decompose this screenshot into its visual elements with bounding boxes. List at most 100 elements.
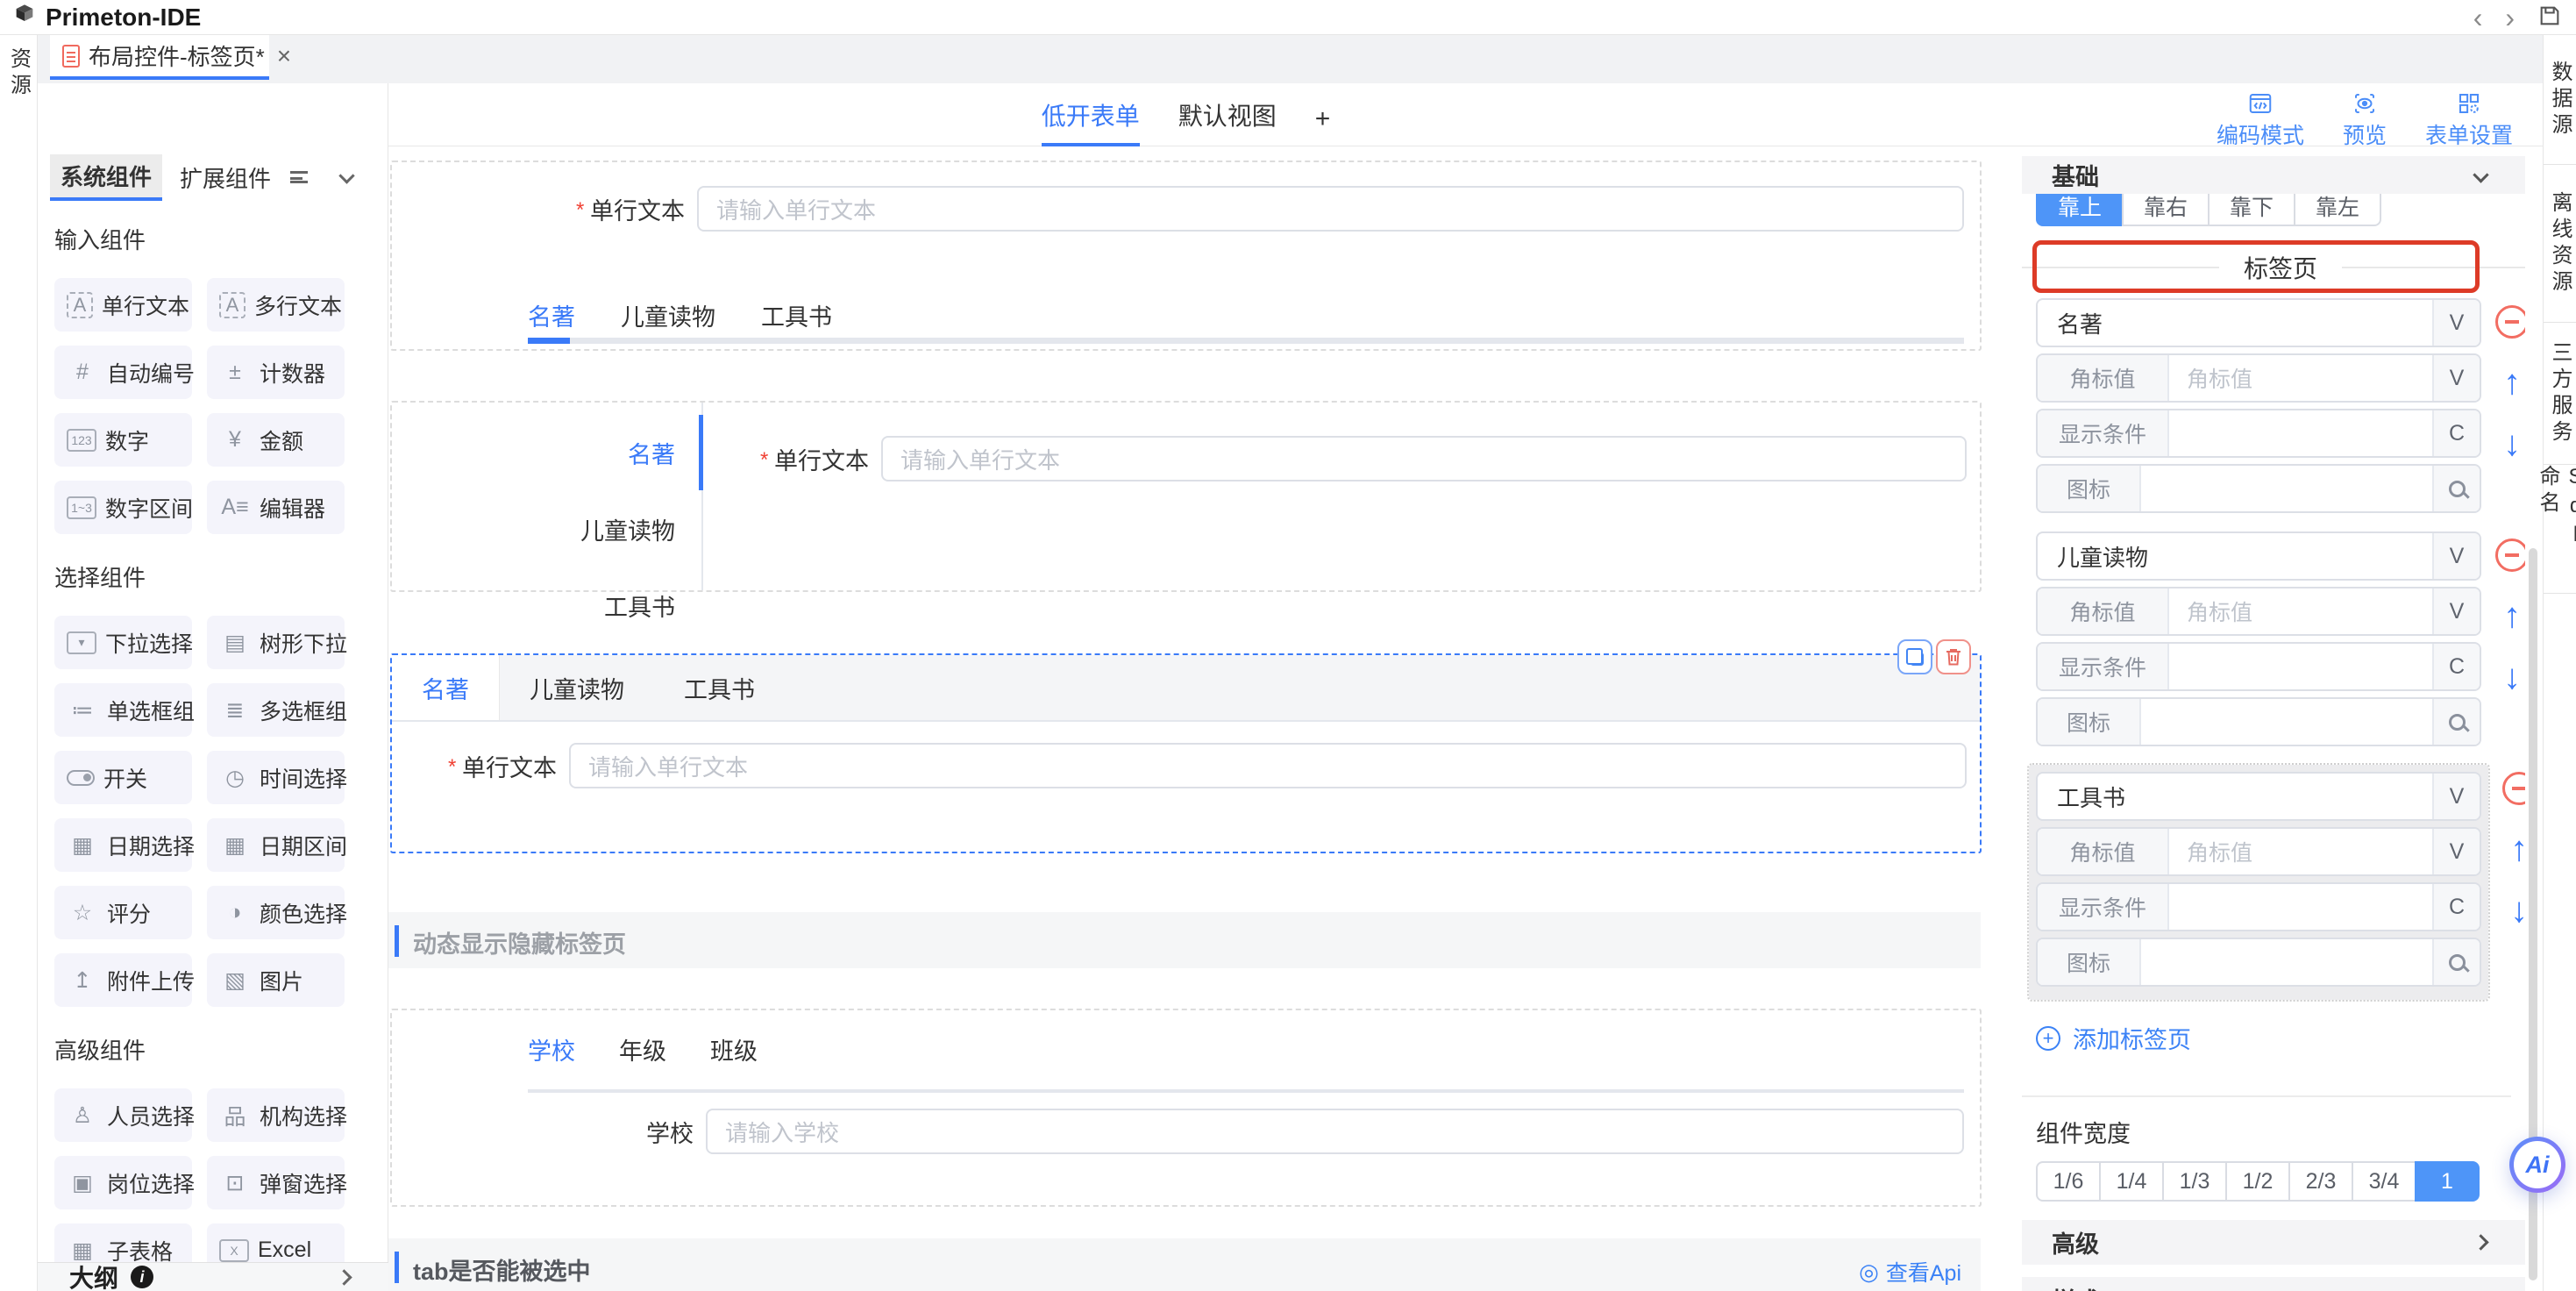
- value-toggle-suffix[interactable]: V: [2432, 774, 2480, 819]
- tab-default-view[interactable]: 默认视图: [1178, 97, 1277, 146]
- palette-item-switch[interactable]: 开关: [54, 751, 192, 804]
- book-tab-item[interactable]: 工具书: [604, 588, 675, 623]
- section-style-header[interactable]: 样式: [2022, 1277, 2525, 1291]
- icon-search-suffix[interactable]: [2432, 699, 2480, 745]
- outline-expand-icon[interactable]: [336, 1269, 352, 1285]
- history-back-icon[interactable]: ‹: [2473, 4, 2483, 32]
- remove-tab-button[interactable]: [2499, 772, 2525, 805]
- right-dock-item[interactable]: 命名Sql: [2544, 465, 2576, 594]
- palette-item-dropdown-select[interactable]: ▾下拉选择: [54, 616, 192, 669]
- book-tab-item[interactable]: 儿童读物: [500, 655, 654, 720]
- palette-item-date-range[interactable]: ▦日期区间: [207, 818, 345, 872]
- preview-button[interactable]: 预览: [2343, 90, 2387, 150]
- palette-item-auto-number[interactable]: #自动编号: [54, 346, 192, 399]
- copy-component-button[interactable]: [1897, 639, 1932, 674]
- section-basic-header[interactable]: 基础: [2022, 156, 2525, 194]
- palette-item-currency-yen[interactable]: ¥金额: [207, 413, 345, 467]
- document-tab[interactable]: 布局控件-标签页* ×: [50, 35, 269, 80]
- section-advanced-header[interactable]: 高级: [2022, 1220, 2525, 1265]
- tab-position-option[interactable]: 靠左: [2294, 194, 2381, 226]
- width-option[interactable]: 1/4: [2099, 1161, 2164, 1202]
- palette-item-excel-file[interactable]: XExcel: [207, 1223, 345, 1262]
- move-tab-up-button[interactable]: ↑: [2499, 831, 2525, 867]
- outline-bar[interactable]: 大纲 i: [38, 1262, 388, 1291]
- close-tab-icon[interactable]: ×: [277, 42, 291, 70]
- remove-tab-button[interactable]: [2492, 539, 2525, 572]
- right-dock-item[interactable]: 离线资源: [2544, 165, 2576, 323]
- display-condition-input[interactable]: [2169, 884, 2432, 930]
- condition-toggle-suffix[interactable]: C: [2432, 644, 2480, 689]
- palette-item-date-picker[interactable]: ▦日期选择: [54, 818, 192, 872]
- palette-item-counter[interactable]: ±计数器: [207, 346, 345, 399]
- tab-position-option[interactable]: 靠下: [2208, 194, 2295, 226]
- collapse-basic-icon[interactable]: [2473, 167, 2488, 182]
- move-tab-down-button[interactable]: ↓: [2492, 426, 2525, 461]
- palette-item-rating-star[interactable]: ☆评分: [54, 886, 192, 939]
- delete-component-button[interactable]: [1936, 639, 1971, 674]
- single-line-text-input[interactable]: 请输入单行文本: [697, 186, 1964, 232]
- palette-item-number-range[interactable]: 1~3数字区间: [54, 481, 192, 534]
- tab-position-option[interactable]: 靠上: [2036, 194, 2124, 226]
- tabs-block-bottom[interactable]: 单行文本 请输入单行文本 名著儿童读物工具书: [390, 160, 1982, 351]
- move-tab-up-button[interactable]: ↑: [2492, 598, 2525, 633]
- book-tab-item[interactable]: 工具书: [654, 655, 785, 720]
- tab-lowcode-form[interactable]: 低开表单: [1042, 97, 1140, 146]
- value-toggle-suffix[interactable]: V: [2432, 533, 2480, 579]
- icon-search-suffix[interactable]: [2432, 466, 2480, 511]
- badge-value-input[interactable]: 角标值: [2169, 588, 2432, 634]
- tab-extended-components[interactable]: 扩展组件: [169, 156, 281, 199]
- tab-name-input[interactable]: 工具书: [2038, 774, 2432, 819]
- ai-assistant-button[interactable]: Ai: [2509, 1137, 2565, 1193]
- palette-item-time-picker[interactable]: ◷时间选择: [207, 751, 345, 804]
- display-condition-input[interactable]: [2169, 410, 2432, 456]
- palette-item-number[interactable]: 123数字: [54, 413, 192, 467]
- width-option[interactable]: 1: [2415, 1161, 2480, 1202]
- condition-toggle-suffix[interactable]: C: [2432, 884, 2480, 930]
- palette-item-rich-editor[interactable]: A≡编辑器: [207, 481, 345, 534]
- palette-item-color-picker[interactable]: ◑颜色选择: [207, 886, 345, 939]
- value-toggle-suffix[interactable]: V: [2432, 355, 2480, 401]
- add-tab-page-button[interactable]: + 添加标签页: [2036, 1021, 2525, 1055]
- save-button[interactable]: [2537, 4, 2562, 32]
- palette-item-person-select[interactable]: ♙人员选择: [54, 1088, 192, 1142]
- palette-item-org-select[interactable]: 品机构选择: [207, 1088, 345, 1142]
- width-option[interactable]: 3/4: [2352, 1161, 2416, 1202]
- value-toggle-suffix[interactable]: V: [2432, 588, 2480, 634]
- value-toggle-suffix[interactable]: V: [2432, 300, 2480, 346]
- tabs-block-school[interactable]: 学校年级班级 学校 请输入学校: [390, 1009, 1982, 1207]
- badge-value-input[interactable]: 角标值: [2169, 829, 2432, 874]
- palette-item-tree-select[interactable]: ▤树形下拉: [207, 616, 345, 669]
- condition-toggle-suffix[interactable]: C: [2432, 410, 2480, 456]
- tabs-block-selected[interactable]: 名著儿童读物工具书 单行文本 请输入单行文本: [390, 653, 1982, 853]
- value-toggle-suffix[interactable]: V: [2432, 829, 2480, 874]
- palette-item-checkbox-group[interactable]: ≣多选框组: [207, 683, 345, 737]
- icon-input[interactable]: [2141, 939, 2432, 985]
- palette-item-post-select[interactable]: ▣岗位选择: [54, 1156, 192, 1209]
- book-tab-active[interactable]: 名著: [392, 655, 500, 720]
- icon-search-suffix[interactable]: [2432, 939, 2480, 985]
- tab-position-option[interactable]: 靠右: [2122, 194, 2210, 226]
- tab-name-input[interactable]: 儿童读物: [2038, 533, 2432, 579]
- move-tab-down-button[interactable]: ↓: [2492, 660, 2525, 695]
- icon-input[interactable]: [2141, 699, 2432, 745]
- view-api-link[interactable]: ◎ 查看Api: [1859, 1256, 1961, 1287]
- book-tab-item[interactable]: 工具书: [761, 298, 832, 332]
- palette-collapse-icon[interactable]: [338, 168, 354, 183]
- palette-item-upload[interactable]: ↥附件上传: [54, 953, 192, 1007]
- width-option[interactable]: 1/3: [2162, 1161, 2227, 1202]
- remove-tab-button[interactable]: [2492, 305, 2525, 339]
- palette-item-dialog-select[interactable]: ⊡弹窗选择: [207, 1156, 345, 1209]
- single-line-text-input[interactable]: 请输入单行文本: [881, 436, 1967, 481]
- palette-item-subtable[interactable]: ▦子表格: [54, 1223, 192, 1262]
- right-dock-item[interactable]: 三方服务: [2544, 323, 2576, 465]
- width-option[interactable]: 1/2: [2225, 1161, 2290, 1202]
- single-line-text-input[interactable]: 请输入单行文本: [569, 743, 1967, 788]
- move-tab-up-button[interactable]: ↑: [2492, 365, 2525, 400]
- expand-advanced-icon[interactable]: [2473, 1234, 2488, 1250]
- palette-item-radio-group[interactable]: ≔单选框组: [54, 683, 192, 737]
- code-mode-button[interactable]: 编码模式: [2217, 90, 2304, 150]
- palette-item-multi-line-text[interactable]: A多行文本: [207, 278, 345, 332]
- tab-system-components[interactable]: 系统组件: [50, 154, 162, 201]
- add-view-button[interactable]: +: [1315, 104, 1331, 146]
- right-dock-item[interactable]: 数据源: [2544, 35, 2576, 165]
